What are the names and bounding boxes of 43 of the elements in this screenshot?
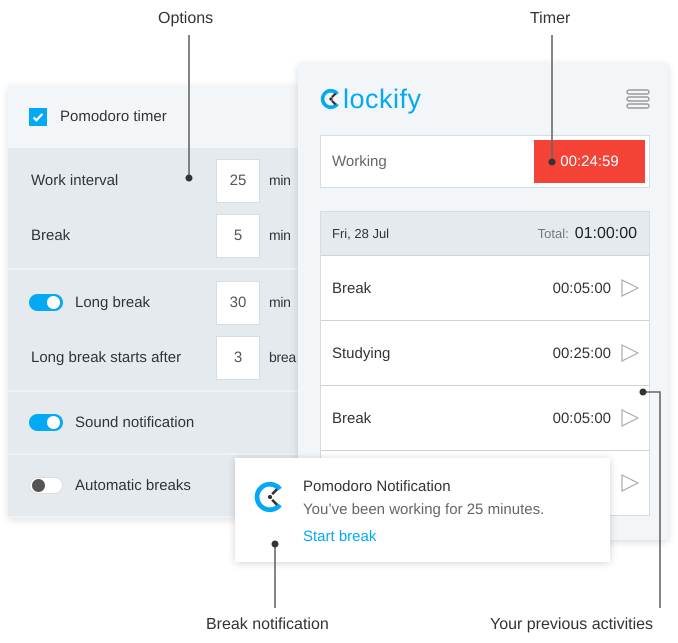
callout-label: Break notification [206,616,329,634]
play-icon[interactable] [621,279,639,297]
play-icon[interactable] [621,409,639,427]
timer-button[interactable]: 00:24:59 [534,140,645,183]
entry-name: Break [332,280,372,296]
leader-line [272,540,278,608]
toggle-switch[interactable] [29,294,63,311]
total-time: 01:00:00 [574,224,637,242]
setting-label: Automatic breaks [75,477,191,494]
total-label: Total: [538,226,569,241]
logo-text: lockify [343,84,422,114]
date-label: Fri, 28 Jul [332,226,390,241]
number-field[interactable]: 5 [216,214,260,258]
play-icon[interactable] [621,344,639,362]
number-field[interactable]: 3 [216,336,260,380]
logo-icon [320,88,342,110]
setting-label: Long break [75,294,150,311]
entry-duration: 00:05:00 [552,280,611,296]
menu-icon[interactable] [626,89,650,109]
callout-label: Timer [530,10,570,28]
description-text: Working [332,153,387,170]
setting-label: Sound notification [75,414,194,431]
setting-label: Break [31,227,70,244]
entry-duration: 00:25:00 [552,344,611,362]
notification-title: Pomodoro Notification [303,478,452,495]
unit-label: min [269,294,291,310]
play-icon[interactable] [621,474,639,492]
notification-message: You’ve been working for 25 minutes. [303,501,544,518]
checkbox[interactable] [29,108,47,126]
number-field[interactable]: 30 [216,280,260,324]
entry-name: Break [332,410,372,426]
callout-label: Your previous activities [490,616,654,634]
entry-name: Studying [332,344,392,362]
unit-label: min [269,172,291,188]
entry-duration: 00:05:00 [552,410,611,426]
unit-label: min [269,226,291,242]
unit-label: brea [269,348,296,364]
callout-label: Options [158,10,214,28]
setting-label: Work interval [31,172,118,189]
number-field[interactable]: 25 [216,158,260,202]
toggle-switch[interactable] [29,414,63,431]
pomodoro-label: Pomodoro timer [60,108,167,125]
setting-label: Long break starts after [31,349,182,366]
